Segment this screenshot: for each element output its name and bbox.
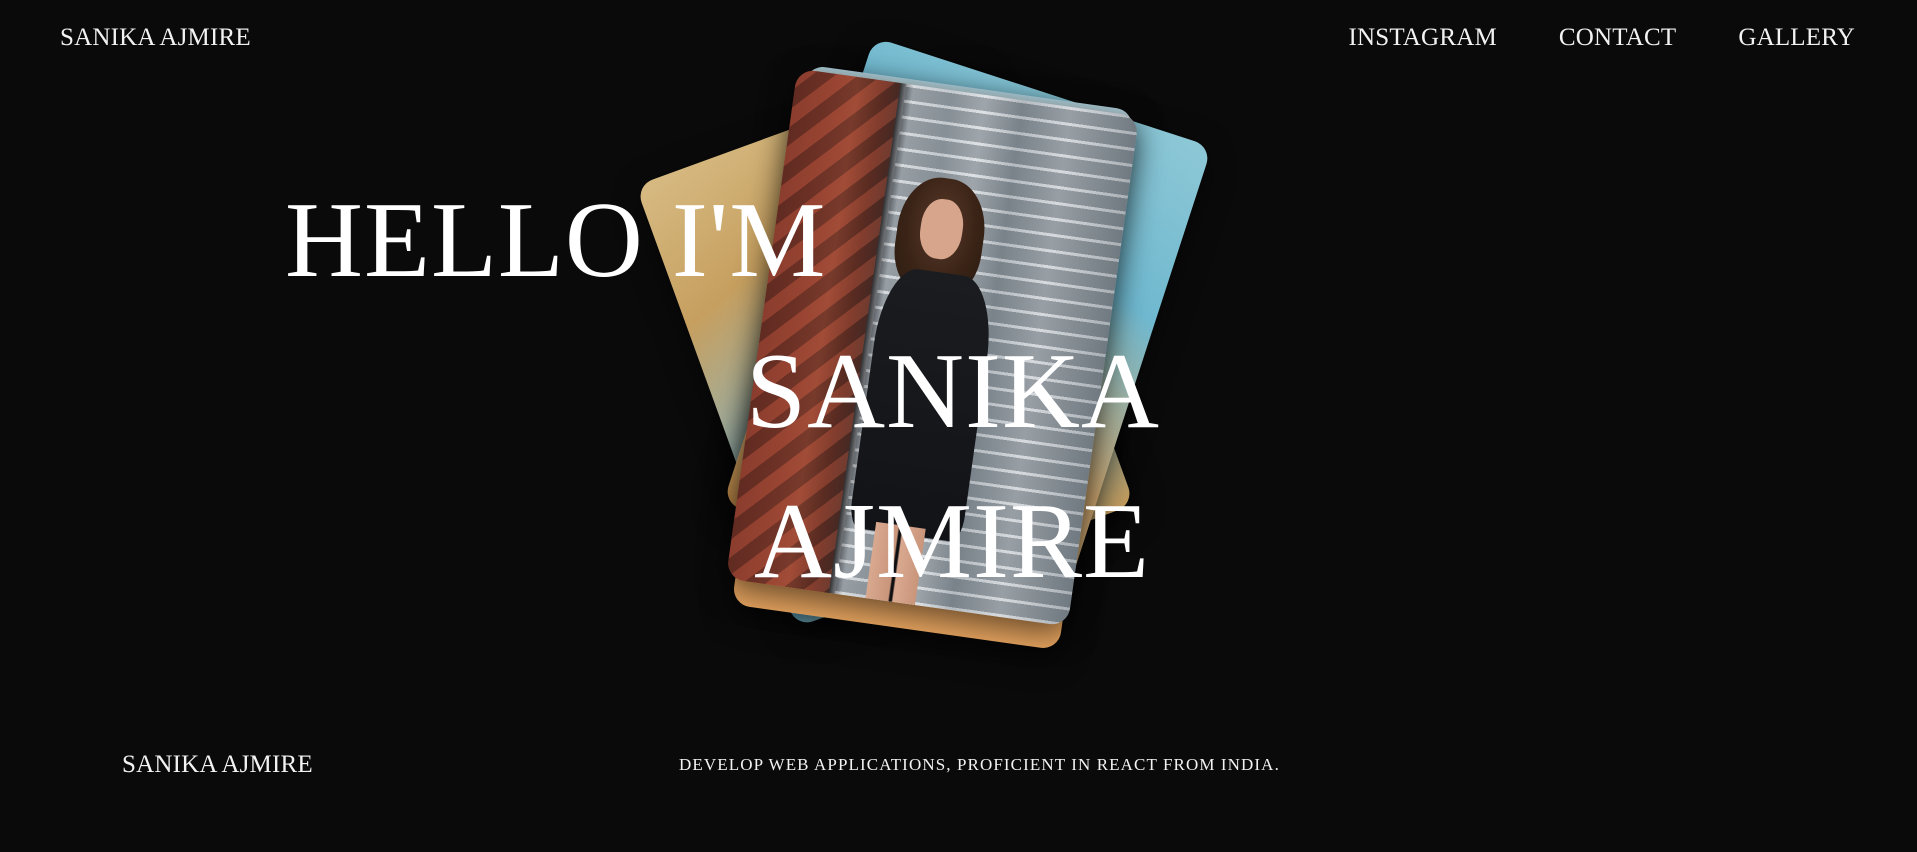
nav-contact[interactable]: CONTACT — [1559, 24, 1676, 52]
footer-tagline: DEVELOP WEB APPLICATIONS, PROFICIENT IN … — [679, 755, 1280, 774]
main-nav: INSTAGRAM CONTACT GALLERY — [1348, 24, 1855, 52]
nav-gallery[interactable]: GALLERY — [1738, 24, 1855, 52]
hero-greeting: HELLO I'M — [285, 181, 827, 300]
landing-page: SANIKA AJMIRE INSTAGRAM CONTACT GALLERY … — [0, 0, 1917, 852]
hero-last-name: AJMIRE — [754, 482, 1151, 601]
hero-first-name: SANIKA — [746, 332, 1161, 451]
footer-name: SANIKA AJMIRE — [122, 751, 313, 778]
brand-link[interactable]: SANIKA AJMIRE — [60, 24, 251, 52]
nav-instagram[interactable]: INSTAGRAM — [1348, 24, 1496, 52]
